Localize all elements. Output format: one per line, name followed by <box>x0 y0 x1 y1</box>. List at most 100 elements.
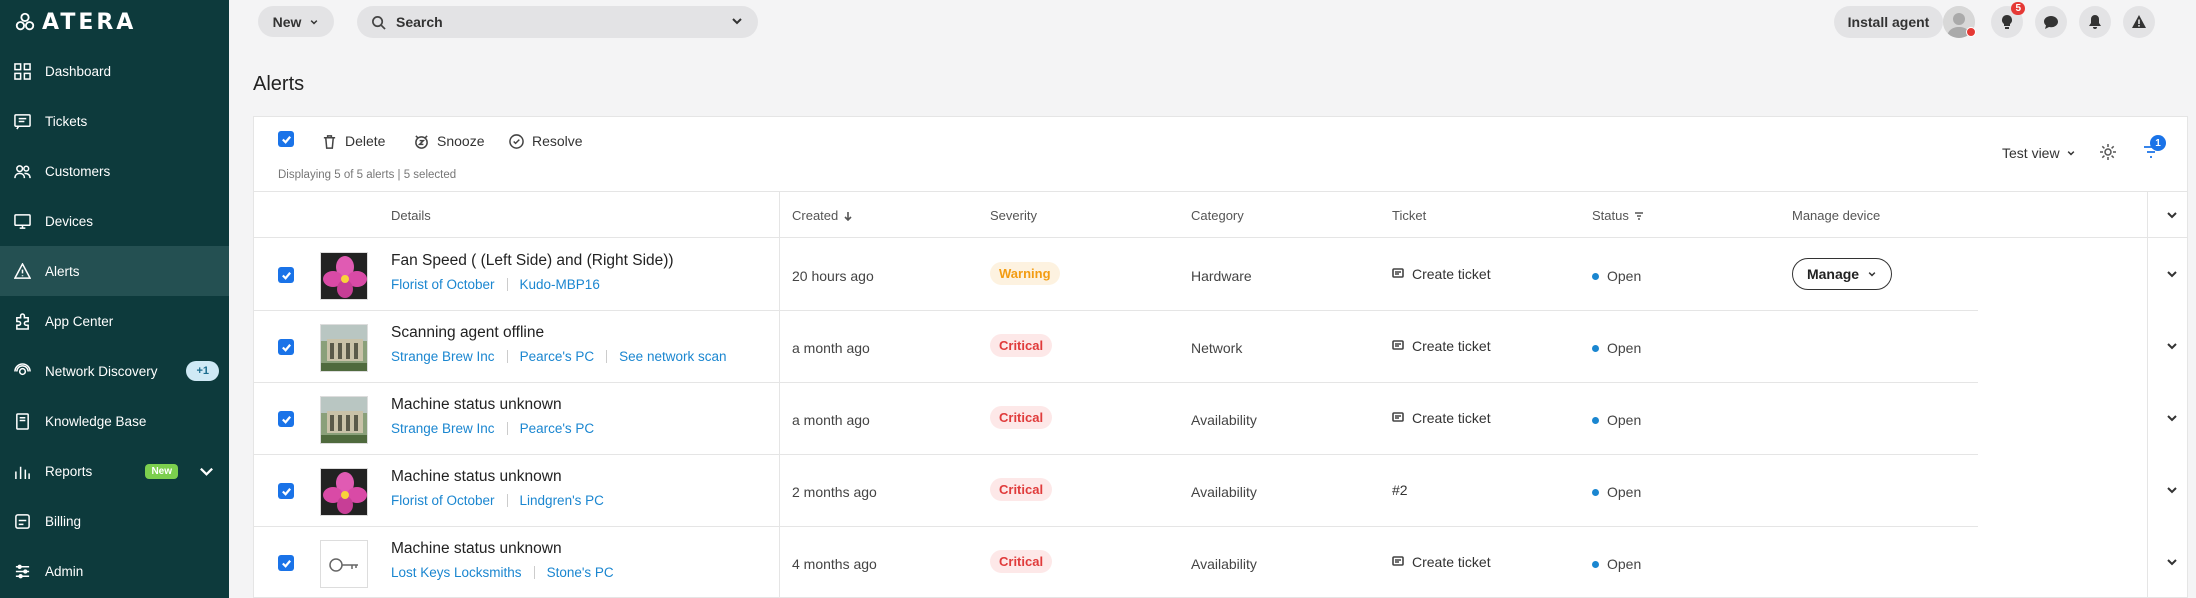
dashboard-icon <box>14 62 31 80</box>
severity-badge: Critical <box>990 334 1053 357</box>
settings-button[interactable] <box>2099 143 2117 164</box>
alert-links: Strange Brew Inc Pearce's PC See network s… <box>391 349 726 364</box>
devices-icon <box>14 213 31 229</box>
row-checkbox[interactable] <box>278 339 294 355</box>
ticket-link[interactable]: Create ticket <box>1392 338 1491 354</box>
sidebar-item-label: Customers <box>45 163 111 179</box>
new-button[interactable]: New <box>258 6 334 37</box>
app-center-icon <box>16 312 29 330</box>
alert-title[interactable]: Machine status unknown <box>391 396 562 414</box>
row-link[interactable]: Florist of October <box>391 277 495 292</box>
table-row[interactable]: Machine status unknown Strange Brew Inc Pe… <box>254 383 1978 455</box>
alerts-panel: Delete Snooze Resolve Displaying 5 of 5 … <box>253 116 2188 598</box>
row-link[interactable]: See network scan <box>619 349 726 364</box>
sidebar-item-dashboard[interactable]: Dashboard <box>0 46 229 96</box>
chevron-down-icon[interactable] <box>198 463 215 480</box>
chevron-down-icon[interactable] <box>2165 208 2179 225</box>
ticket-icon <box>1392 556 1404 566</box>
topbar: New Search Install agent 5 <box>229 0 2196 44</box>
link-separator <box>533 566 535 579</box>
manage-button[interactable]: Manage <box>1792 258 1892 290</box>
view-label: Test view <box>2002 145 2060 161</box>
expand-row-chevron-icon[interactable] <box>2165 411 2179 428</box>
row-link[interactable]: Strange Brew Inc <box>391 349 495 364</box>
status-dot <box>1592 344 1599 352</box>
expand-row-chevron-icon[interactable] <box>2165 267 2179 284</box>
row-link[interactable]: Pearce's PC <box>520 421 595 436</box>
select-all-checkbox[interactable] <box>278 131 294 147</box>
expand-row-chevron-icon[interactable] <box>2165 555 2179 572</box>
reports-icon <box>15 466 30 479</box>
sidebar-item-knowledge-base[interactable]: Knowledge Base <box>0 396 229 446</box>
sidebar-item-label: Billing <box>45 513 82 529</box>
search-input[interactable]: Search <box>357 6 758 38</box>
status: Open <box>1592 484 1641 500</box>
chat-icon <box>2044 16 2058 29</box>
status-dot <box>1966 27 1976 37</box>
header-category[interactable]: Category <box>1191 208 1244 223</box>
logo[interactable]: ATERA <box>0 0 229 44</box>
check-icon <box>281 271 291 280</box>
row-link[interactable]: Pearce's PC <box>520 349 595 364</box>
customer-thumbnail <box>320 252 368 300</box>
table-row[interactable]: Scanning agent offline Strange Brew Inc Pe… <box>254 311 1978 383</box>
table-row[interactable]: Machine status unknown Florist of October… <box>254 455 1978 527</box>
ticket-link[interactable]: Create ticket <box>1392 410 1491 426</box>
view-selector[interactable]: Test view <box>2002 145 2076 161</box>
sidebar-item-alerts[interactable]: Alerts <box>0 246 229 296</box>
sidebar-item-reports[interactable]: Reports New <box>0 446 229 496</box>
status-dot <box>1592 272 1599 280</box>
sidebar-item-app-center[interactable]: App Center <box>0 296 229 346</box>
table-row[interactable]: Fan Speed ( (Left Side) and (Right Side)… <box>254 239 1978 311</box>
header-created[interactable]: Created <box>792 208 853 223</box>
sidebar-item-customers[interactable]: Customers <box>0 146 229 196</box>
sidebar-item-devices[interactable]: Devices <box>0 196 229 246</box>
resolve-button[interactable]: Resolve <box>509 131 583 151</box>
row-checkbox[interactable] <box>278 267 294 283</box>
lightbulb-button[interactable]: 5 <box>1991 2 2025 38</box>
ticket-link[interactable]: Create ticket <box>1392 266 1491 282</box>
row-link[interactable]: Stone's PC <box>547 565 614 580</box>
atera-logo-icon <box>15 12 35 31</box>
bell-button[interactable] <box>2079 6 2111 38</box>
created-time: 4 months ago <box>792 556 877 572</box>
check-icon <box>281 559 291 568</box>
sidebar-item-billing[interactable]: Billing <box>0 496 229 546</box>
alert-title[interactable]: Fan Speed ( (Left Side) and (Right Side)… <box>391 252 674 270</box>
row-checkbox[interactable] <box>278 411 294 427</box>
header-ticket[interactable]: Ticket <box>1392 208 1426 223</box>
expand-row-chevron-icon[interactable] <box>2165 339 2179 356</box>
alert-title[interactable]: Machine status unknown <box>391 540 562 558</box>
row-link[interactable]: Kudo-MBP16 <box>520 277 600 292</box>
warning-button[interactable] <box>2123 6 2155 38</box>
category: Availability <box>1191 484 1257 500</box>
sidebar-item-admin[interactable]: Admin <box>0 546 229 596</box>
row-link[interactable]: Lost Keys Locksmiths <box>391 565 522 580</box>
sidebar-item-label: App Center <box>45 313 114 329</box>
expand-row-chevron-icon[interactable] <box>2165 483 2179 500</box>
gear-icon <box>2100 144 2116 160</box>
header-status[interactable]: Status <box>1592 208 1644 223</box>
ticket-link[interactable]: #2 <box>1392 482 1408 498</box>
sidebar-item-network-discovery[interactable]: Network Discovery +1 <box>0 346 229 396</box>
snooze-button[interactable]: Snooze <box>414 131 484 151</box>
row-checkbox[interactable] <box>278 483 294 499</box>
alert-title[interactable]: Scanning agent offline <box>391 324 544 342</box>
sidebar-item-tickets[interactable]: Tickets <box>0 96 229 146</box>
install-agent-button[interactable]: Install agent <box>1834 6 1943 38</box>
row-link[interactable]: Florist of October <box>391 493 495 508</box>
table-row[interactable]: Machine status unknown Lost Keys Locksmit… <box>254 527 1978 598</box>
chevron-down-icon <box>1867 266 1877 282</box>
row-link[interactable]: Lindgren's PC <box>520 493 604 508</box>
alert-title[interactable]: Machine status unknown <box>391 468 562 486</box>
row-checkbox[interactable] <box>278 555 294 571</box>
chevron-down-icon[interactable] <box>730 14 744 31</box>
delete-button[interactable]: Delete <box>322 131 385 151</box>
chat-button[interactable] <box>2035 6 2067 38</box>
table-header: Details Created Severity Category Ticket… <box>254 192 2187 238</box>
header-severity[interactable]: Severity <box>990 208 1037 223</box>
ticket-link[interactable]: Create ticket <box>1392 554 1491 570</box>
check-icon <box>281 343 291 352</box>
row-link[interactable]: Strange Brew Inc <box>391 421 495 436</box>
alert-links: Strange Brew Inc Pearce's PC <box>391 421 594 436</box>
